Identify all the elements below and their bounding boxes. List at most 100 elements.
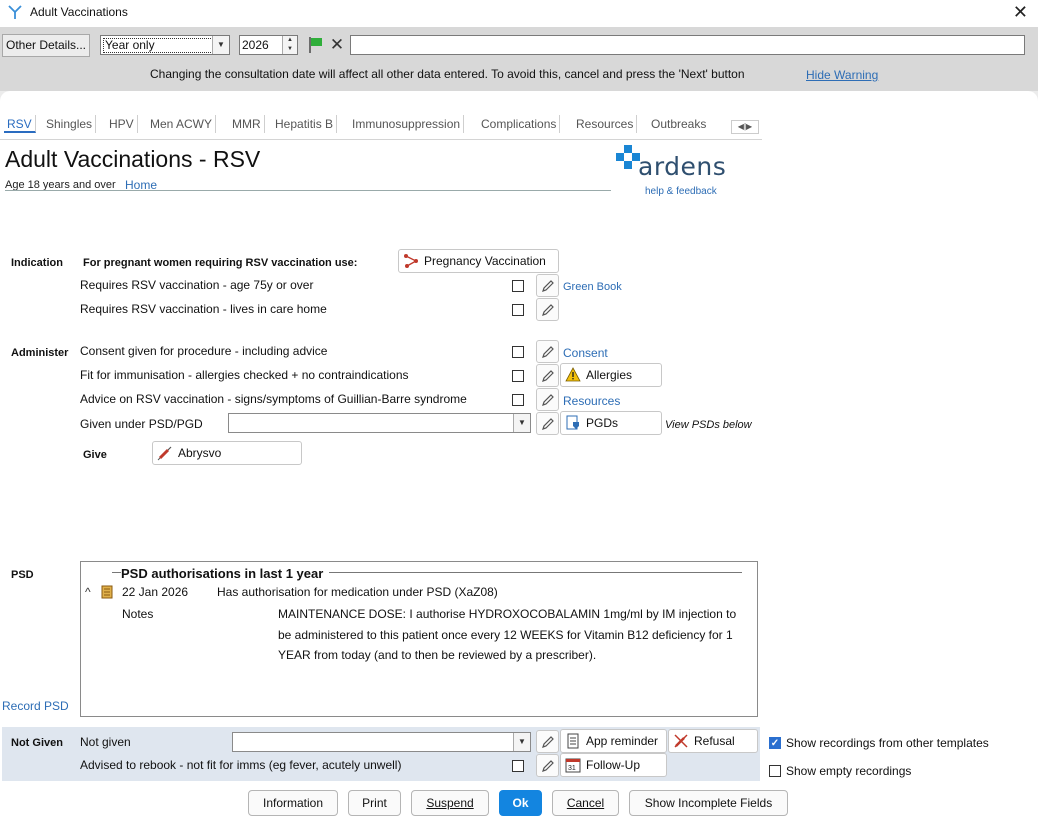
tab-rsv[interactable]: RSV — [4, 115, 36, 133]
close-icon[interactable]: ✕ — [1013, 2, 1028, 22]
tab-immunosuppression[interactable]: Immunosuppression — [349, 115, 465, 133]
psd-notes-label: Notes — [122, 607, 154, 621]
psd-label: PSD — [11, 569, 34, 581]
calendar-icon: 31 — [565, 757, 581, 773]
not-given-select[interactable]: ▼ — [232, 732, 531, 752]
indication-label: Indication — [11, 257, 63, 269]
record-psd-link[interactable]: Record PSD — [2, 699, 69, 713]
collapse-caret-icon[interactable]: ^ — [85, 585, 91, 599]
pencil-icon[interactable] — [536, 274, 559, 297]
follow-up-button[interactable]: 31 Follow-Up — [560, 753, 667, 777]
pencil-icon[interactable] — [536, 412, 559, 435]
window-title: Adult Vaccinations — [30, 5, 128, 19]
allergies-button[interactable]: Allergies — [560, 363, 662, 387]
refusal-label: Refusal — [694, 734, 735, 748]
pencil-icon[interactable] — [536, 364, 559, 387]
title-bar: Adult Vaccinations ✕ — [0, 0, 1038, 27]
chevron-down-icon[interactable]: ▼ — [513, 733, 530, 751]
tab-resources[interactable]: Resources — [573, 115, 638, 133]
pencil-icon[interactable] — [536, 754, 559, 777]
care-home-checkbox[interactable] — [512, 304, 524, 316]
print-button[interactable]: Print — [348, 790, 401, 816]
hide-warning-link[interactable]: Hide Warning — [806, 68, 878, 82]
not-given-label: Not Given — [11, 737, 63, 749]
pregnant-women-text: For pregnant women requiring RSV vaccina… — [83, 257, 358, 269]
network-icon — [403, 253, 419, 269]
toolbar: Other Details... Year only ▼ 2026 ▲ ▼ ✕ C… — [0, 27, 1038, 91]
ok-button[interactable]: Ok — [499, 790, 542, 816]
psd-date: 22 Jan 2026 — [122, 585, 189, 599]
crossed-syringe-icon — [673, 733, 689, 749]
give-label: Give — [83, 449, 107, 461]
page-title: Adult Vaccinations - RSV — [5, 146, 261, 172]
refusal-button[interactable]: Refusal — [668, 729, 758, 753]
abrysvo-label: Abrysvo — [178, 446, 222, 460]
show-other-templates-checkbox[interactable]: ✓ — [769, 737, 781, 749]
tab-outbreaks[interactable]: Outbreaks — [648, 115, 709, 133]
flag-icon[interactable] — [307, 35, 325, 55]
view-psds-note: View PSDs below — [665, 419, 752, 431]
title-divider — [5, 190, 611, 191]
scroll-document-icon — [101, 585, 113, 599]
help-feedback-link[interactable]: help & feedback — [645, 186, 717, 197]
psd-heading: PSD authorisations in last 1 year — [121, 566, 330, 581]
spinner-arrows-icon[interactable]: ▲ ▼ — [282, 36, 297, 54]
year-spinner[interactable]: 2026 ▲ ▼ — [239, 35, 298, 55]
follow-up-label: Follow-Up — [586, 758, 641, 772]
date-warning-text: Changing the consultation date will affe… — [150, 67, 745, 81]
indication-row-age-75: Requires RSV vaccination - age 75y or ov… — [80, 278, 314, 292]
pregnancy-vaccination-button[interactable]: Pregnancy Vaccination — [398, 249, 559, 273]
brand-name: ardens — [638, 152, 727, 181]
administer-row-consent: Consent given for procedure - including … — [80, 344, 328, 358]
pencil-icon[interactable] — [536, 730, 559, 753]
consent-link[interactable]: Consent — [563, 346, 608, 360]
show-incomplete-fields-button[interactable]: Show Incomplete Fields — [629, 790, 788, 816]
not-given-row: Not given — [80, 735, 131, 749]
age-75-checkbox[interactable] — [512, 280, 524, 292]
document-shield-icon — [565, 415, 581, 431]
show-other-templates-label: Show recordings from other templates — [786, 736, 989, 750]
tab-men-acwy[interactable]: Men ACWY — [147, 115, 217, 133]
app-reminder-button[interactable]: App reminder — [560, 729, 667, 753]
app-reminder-label: App reminder — [586, 734, 659, 748]
pencil-icon[interactable] — [536, 340, 559, 363]
tab-shingles[interactable]: Shingles — [43, 115, 97, 133]
clear-icon[interactable]: ✕ — [328, 35, 346, 55]
administer-label: Administer — [11, 347, 69, 359]
tab-hpv[interactable]: HPV — [106, 115, 138, 133]
cancel-button[interactable]: Cancel — [552, 790, 619, 816]
administer-row-advice: Advice on RSV vaccination - signs/sympto… — [80, 392, 467, 406]
psd-pgd-select[interactable]: ▼ — [228, 413, 531, 433]
tab-hepatitis-b[interactable]: Hepatitis B — [272, 115, 338, 133]
other-details-button[interactable]: Other Details... — [2, 34, 90, 57]
app-logo-icon — [8, 5, 22, 19]
pencil-icon[interactable] — [536, 388, 559, 411]
consultation-text-input[interactable] — [350, 35, 1025, 55]
psd-notes: MAINTENANCE DOSE: I authorise HYDROXOCOB… — [278, 607, 737, 662]
syringe-icon — [157, 445, 173, 461]
fit-checkbox[interactable] — [512, 370, 524, 382]
advice-checkbox[interactable] — [512, 394, 524, 406]
psd-description: Has authorisation for medication under P… — [217, 585, 498, 599]
show-empty-checkbox[interactable] — [769, 765, 781, 777]
give-abrysvo-button[interactable]: Abrysvo — [152, 441, 302, 465]
allergies-label: Allergies — [586, 368, 633, 382]
tab-scroll-arrows-icon[interactable]: ◀|▶ — [731, 120, 759, 134]
resources-link[interactable]: Resources — [563, 394, 620, 408]
advised-rebook-checkbox[interactable] — [512, 760, 524, 772]
green-book-link[interactable]: Green Book — [563, 281, 622, 293]
date-mode-select[interactable]: Year only ▼ — [100, 35, 230, 55]
advised-rebook-row: Advised to rebook - not fit for imms (eg… — [80, 758, 402, 772]
date-mode-value: Year only — [103, 38, 213, 53]
tab-complications[interactable]: Complications — [478, 115, 561, 133]
warning-icon — [565, 367, 581, 383]
chevron-down-icon[interactable]: ▼ — [212, 36, 229, 54]
chevron-down-icon[interactable]: ▼ — [513, 414, 530, 432]
tab-mmr[interactable]: MMR — [229, 115, 265, 133]
show-empty-label: Show empty recordings — [786, 764, 912, 778]
pgds-button[interactable]: PGDs — [560, 411, 662, 435]
pencil-icon[interactable] — [536, 298, 559, 321]
consent-checkbox[interactable] — [512, 346, 524, 358]
information-button[interactable]: Information — [248, 790, 338, 816]
suspend-button[interactable]: Suspend — [411, 790, 489, 816]
